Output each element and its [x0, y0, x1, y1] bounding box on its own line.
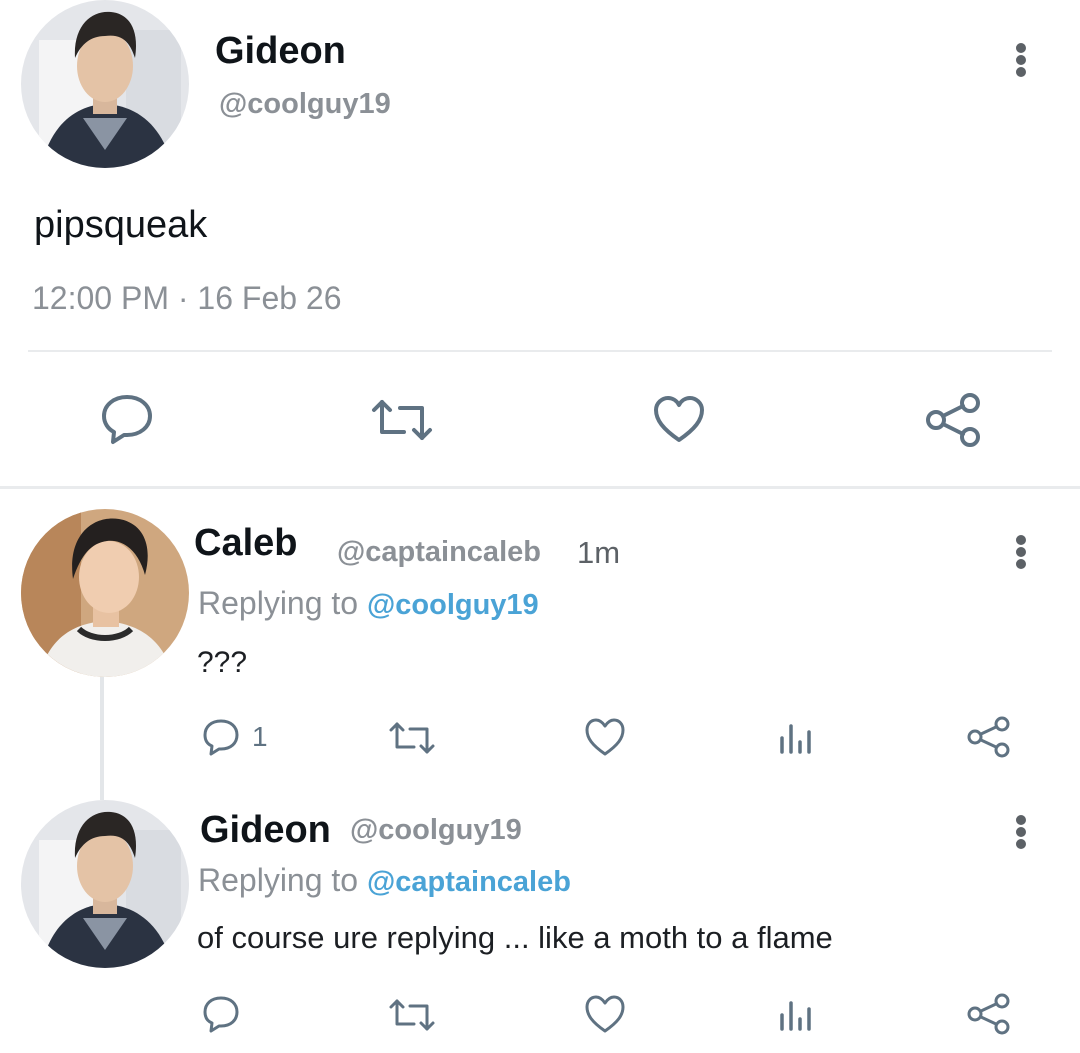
- gideon-avatar[interactable]: [21, 0, 189, 168]
- like-icon[interactable]: [584, 995, 626, 1033]
- replying-to-line: Replying to @coolguy19: [198, 585, 539, 622]
- caleb-avatar[interactable]: [21, 509, 189, 677]
- views-icon[interactable]: [778, 997, 814, 1031]
- like-icon[interactable]: [653, 395, 705, 443]
- more-options-icon[interactable]: [1014, 43, 1028, 77]
- replying-to-line: Replying to @captaincaleb: [198, 862, 571, 899]
- author-handle[interactable]: @captaincaleb: [337, 536, 541, 569]
- reply-icon[interactable]: [202, 995, 240, 1033]
- replying-to-handle[interactable]: @captaincaleb: [367, 866, 571, 898]
- reply-text: ???: [197, 646, 248, 679]
- author-name[interactable]: Caleb: [194, 522, 297, 565]
- reply-icon[interactable]: [202, 718, 240, 756]
- divider: [28, 350, 1052, 352]
- retweet-icon[interactable]: [370, 398, 434, 442]
- more-options-icon[interactable]: [1014, 815, 1028, 849]
- tweet-timestamp: 12:00 PM · 16 Feb 26: [32, 280, 342, 316]
- reply-time: 1m: [577, 535, 621, 570]
- author-name[interactable]: Gideon: [215, 30, 346, 73]
- like-icon[interactable]: [584, 718, 626, 756]
- more-options-icon[interactable]: [1014, 535, 1028, 569]
- retweet-icon[interactable]: [388, 998, 436, 1032]
- share-icon[interactable]: [926, 393, 982, 447]
- author-name[interactable]: Gideon: [200, 809, 331, 852]
- tweet-text: pipsqueak: [34, 204, 208, 246]
- retweet-icon[interactable]: [388, 721, 436, 755]
- gideon-avatar[interactable]: [21, 800, 189, 968]
- reply-icon[interactable]: [101, 394, 153, 444]
- reply-count: 1: [252, 721, 268, 752]
- replying-to-handle[interactable]: @coolguy19: [367, 589, 539, 621]
- author-handle[interactable]: @coolguy19: [350, 814, 522, 847]
- share-icon[interactable]: [967, 993, 1011, 1035]
- replying-to-label: Replying to: [198, 862, 359, 898]
- views-icon[interactable]: [778, 720, 814, 754]
- reply-text: of course ure replying ... like a moth t…: [197, 920, 833, 955]
- author-handle[interactable]: @coolguy19: [219, 88, 391, 121]
- thread-connector: [100, 676, 104, 800]
- share-icon[interactable]: [967, 716, 1011, 758]
- section-divider: [0, 486, 1080, 489]
- replying-to-label: Replying to: [198, 585, 359, 621]
